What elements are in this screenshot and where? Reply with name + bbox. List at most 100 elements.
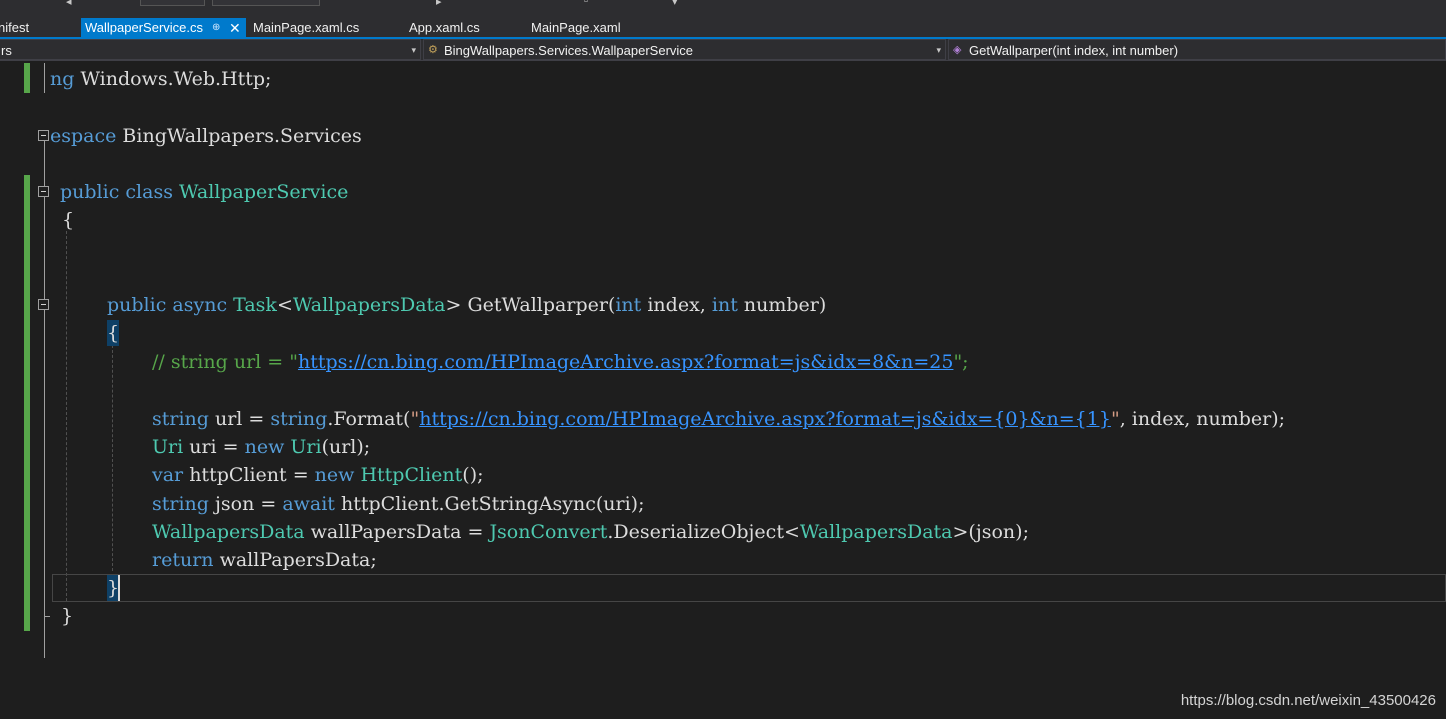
project-name: rs [1,43,12,58]
collapse-icon[interactable] [38,130,49,141]
keyword: int [615,294,642,316]
toolbar: ◂ ▸ ▫ ▾ [0,0,1446,14]
member-name: GetWallparper(int index, int number) [969,43,1179,58]
code-line-httpclient[interactable]: var httpClient = new HttpClient(); [152,461,484,489]
tab-label: MainPage.xaml.cs [253,20,360,35]
chevron-down-icon: ▾ [936,45,941,55]
navigation-bar: rs ▾ ⚙ BingWallpapers.Services.Wallpaper… [0,39,1446,61]
type-name: WallpapersData [799,521,953,543]
keyword: new [244,436,285,458]
code-text: GetWallparper( [461,294,616,316]
url-link[interactable]: https://cn.bing.com/HPImageArchive.aspx?… [419,408,1111,430]
comment: "; [953,351,969,373]
outline-end [44,616,50,617]
code-text: uri = [183,436,245,458]
code-line-using[interactable]: ng Windows.Web.Http; [50,65,271,93]
tab-label: MainPage.xaml [531,20,621,35]
code-text: >(json); [952,521,1029,543]
toolbar-icon[interactable]: ▫ [584,0,588,7]
code-line-brace[interactable]: { [62,206,74,234]
tab-mainpage-xaml-cs[interactable]: MainPage.xaml.cs [249,18,399,38]
project-dropdown[interactable]: rs ▾ [0,39,421,60]
code-line-json[interactable]: string json = await httpClient.GetString… [152,490,644,518]
code-text: httpClient = [183,464,315,486]
type-name: HttpClient [360,464,463,486]
code-text: , index, number); [1119,408,1286,430]
code-text: index, [641,294,712,316]
code-line-class[interactable]: public class WallpaperService [60,178,348,206]
code-text: < [276,294,293,316]
type-name: WallpapersData [292,294,446,316]
keyword: string [152,493,209,515]
tab-manifest[interactable]: nifest [0,18,74,38]
keyword: ng [50,68,75,90]
pin-icon[interactable]: ⊕ [212,18,220,38]
code-editor[interactable]: ng Windows.Web.Http; espace BingWallpape… [0,61,1446,719]
keyword: await [282,493,335,515]
change-indicator [24,175,30,631]
change-indicator [24,63,30,93]
visual-studio-window: ◂ ▸ ▫ ▾ nifest WallpaperService.cs ⊕ ✕ M… [0,0,1446,719]
code-line-return[interactable]: return wallPapersData; [152,546,377,574]
current-line-highlight [52,574,1446,602]
code-text: { [107,322,120,344]
class-icon: ⚙ [428,44,438,56]
string-literal: " [1110,408,1120,430]
code-text: wallPapersData = [304,521,490,543]
code-text: { [62,209,75,231]
toolbar-dropdown[interactable] [212,0,320,6]
code-line-url-format[interactable]: string url = string.Format("https://cn.b… [152,405,1285,433]
comment: // string url = " [152,351,298,373]
tab-label: WallpaperService.cs [85,20,204,35]
keyword: new [314,464,355,486]
watermark: https://blog.csdn.net/weixin_43500426 [1180,692,1436,709]
code-text: BingWallpapers.Services [116,125,362,147]
code-text: } [61,605,74,627]
keyword: string [270,408,328,430]
code-text: number) [737,294,827,316]
keyword: return [152,549,214,571]
code-text: wallPapersData; [213,549,377,571]
code-text: httpClient.GetStringAsync(uri); [334,493,645,515]
tab-app-xaml-cs[interactable]: App.xaml.cs [405,18,523,38]
indent-guide [112,345,113,571]
keyword: public [60,181,120,203]
comment-url-link[interactable]: https://cn.bing.com/HPImageArchive.aspx?… [298,351,953,373]
outline-line [44,141,45,658]
keyword: string [152,408,209,430]
code-line-uri[interactable]: Uri uri = new Uri(url); [152,433,370,461]
close-icon[interactable]: ✕ [229,18,241,38]
code-text: json = [208,493,283,515]
collapse-icon[interactable] [38,186,49,197]
code-line-deserialize[interactable]: WallpapersData wallPapersData = JsonConv… [152,518,1029,546]
type-name: Task [233,294,277,316]
type-name: Uri [290,436,322,458]
keyword: int [711,294,738,316]
code-line-brace[interactable]: } [107,574,119,602]
toolbar-icon[interactable]: ▸ [436,0,442,8]
toolbar-dropdown[interactable] [140,0,205,6]
outline-line [44,63,45,93]
tab-label: App.xaml.cs [409,20,480,35]
chevron-down-icon: ▾ [411,45,416,55]
code-line-comment[interactable]: // string url = "https://cn.bing.com/HPI… [152,348,969,376]
type-name: WallpapersData [152,521,305,543]
method-icon: ◈ [953,44,962,56]
code-line-brace[interactable]: { [107,319,119,347]
code-line-brace[interactable]: } [61,602,73,630]
tab-wallpaperservice-cs[interactable]: WallpaperService.cs ⊕ ✕ [81,18,246,38]
code-text: (url); [321,436,371,458]
code-text: url = [208,408,271,430]
tab-label: nifest [0,20,30,35]
toolbar-icon[interactable]: ▾ [672,0,678,8]
code-line-namespace[interactable]: espace BingWallpapers.Services [50,122,362,150]
tab-mainpage-xaml[interactable]: MainPage.xaml [527,18,647,38]
collapse-icon[interactable] [38,299,49,310]
class-dropdown[interactable]: ⚙ BingWallpapers.Services.WallpaperServi… [423,39,946,60]
keyword: espace [50,125,117,147]
code-text: Windows.Web.Http; [74,68,272,90]
member-dropdown[interactable]: ◈ GetWallparper(int index, int number) [948,39,1446,60]
toolbar-icon[interactable]: ◂ [66,0,72,8]
code-line-method-signature[interactable]: public async Task<WallpapersData> GetWal… [107,291,826,319]
code-text: .DeserializeObject< [607,521,800,543]
